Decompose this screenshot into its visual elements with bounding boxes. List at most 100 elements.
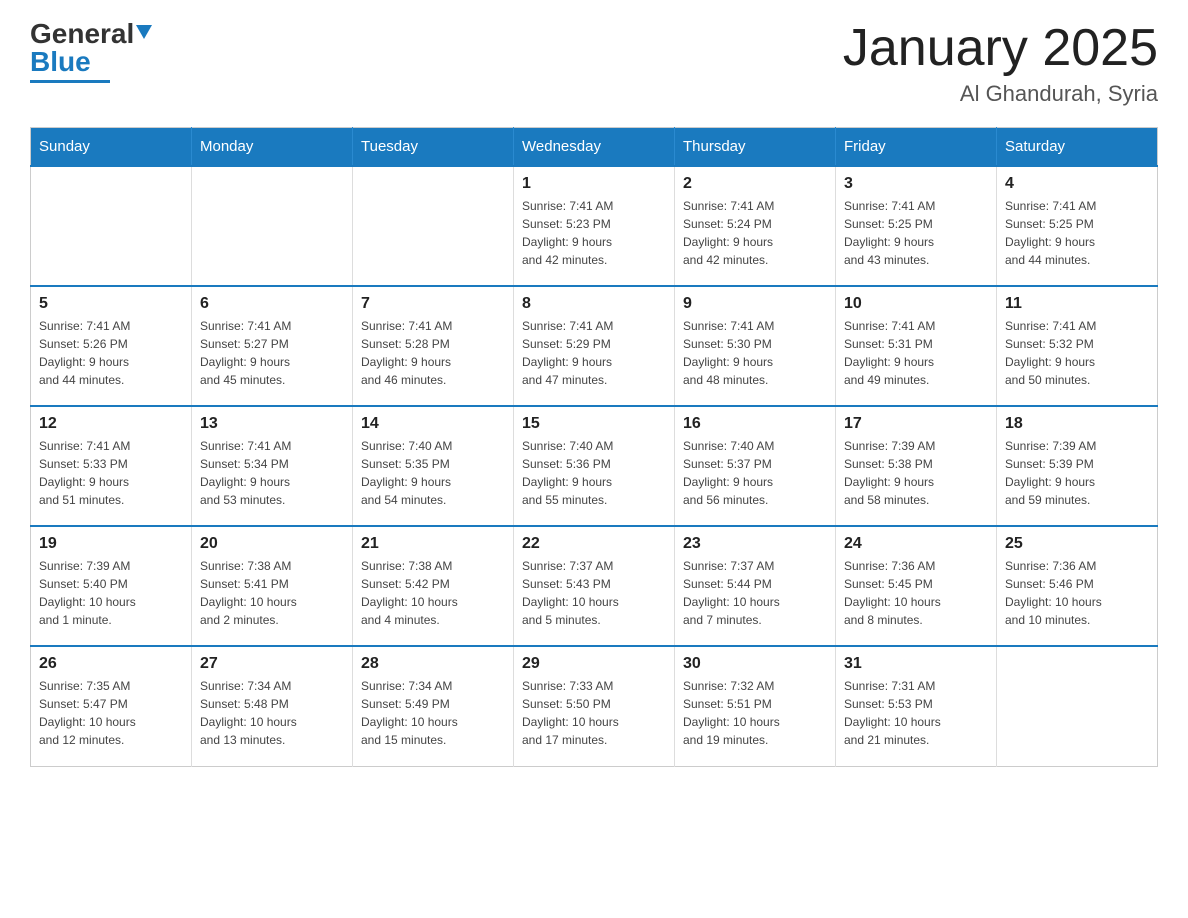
day-info: Sunrise: 7:41 AM Sunset: 5:27 PM Dayligh…: [200, 317, 344, 389]
day-number: 21: [361, 535, 505, 553]
day-info: Sunrise: 7:34 AM Sunset: 5:48 PM Dayligh…: [200, 677, 344, 749]
calendar-cell: 22Sunrise: 7:37 AM Sunset: 5:43 PM Dayli…: [514, 526, 675, 646]
logo-triangle-icon: [136, 25, 152, 39]
day-info: Sunrise: 7:41 AM Sunset: 5:25 PM Dayligh…: [844, 197, 988, 269]
week-row-2: 5 Sunrise: 7:41 AM Sunset: 5:26 PM Daylig…: [31, 286, 1158, 406]
calendar-cell: 15 Sunrise: 7:40 AM Sunset: 5:36 PM Dayli…: [514, 406, 675, 526]
calendar-cell: 28 Sunrise: 7:34 AM Sunset: 5:49 PM Dayli…: [353, 646, 514, 766]
day-info: Sunrise: 7:41 AM Sunset: 5:28 PM Dayligh…: [361, 317, 505, 389]
day-info: Sunrise: 7:32 AM Sunset: 5:51 PM Dayligh…: [683, 677, 827, 749]
header-friday: Friday: [836, 128, 997, 167]
header-wednesday: Wednesday: [514, 128, 675, 167]
calendar-cell: 13 Sunrise: 7:41 AM Sunset: 5:34 PM Dayli…: [192, 406, 353, 526]
day-number: 10: [844, 295, 988, 313]
calendar-cell: 21 Sunrise: 7:38 AM Sunset: 5:42 PM Dayli…: [353, 526, 514, 646]
day-info: Sunrise: 7:36 AM Sunset: 5:45 PM Dayligh…: [844, 557, 988, 629]
calendar-cell: 30 Sunrise: 7:32 AM Sunset: 5:51 PM Dayli…: [675, 646, 836, 766]
day-info: Sunrise: 7:38 AM Sunset: 5:42 PM Dayligh…: [361, 557, 505, 629]
calendar-cell: 25Sunrise: 7:36 AM Sunset: 5:46 PM Dayli…: [997, 526, 1158, 646]
calendar-cell: 5 Sunrise: 7:41 AM Sunset: 5:26 PM Daylig…: [31, 286, 192, 406]
calendar-cell: 4Sunrise: 7:41 AM Sunset: 5:25 PM Daylig…: [997, 166, 1158, 286]
day-number: 20: [200, 535, 344, 553]
days-of-week-row: SundayMondayTuesdayWednesdayThursdayFrid…: [31, 128, 1158, 167]
day-info: Sunrise: 7:41 AM Sunset: 5:32 PM Dayligh…: [1005, 317, 1149, 389]
day-info: Sunrise: 7:34 AM Sunset: 5:49 PM Dayligh…: [361, 677, 505, 749]
day-info: Sunrise: 7:36 AM Sunset: 5:46 PM Dayligh…: [1005, 557, 1149, 629]
day-info: Sunrise: 7:41 AM Sunset: 5:34 PM Dayligh…: [200, 437, 344, 509]
calendar-cell: 31 Sunrise: 7:31 AM Sunset: 5:53 PM Dayli…: [836, 646, 997, 766]
calendar-cell: [192, 166, 353, 286]
day-info: Sunrise: 7:40 AM Sunset: 5:36 PM Dayligh…: [522, 437, 666, 509]
day-number: 27: [200, 655, 344, 673]
day-info: Sunrise: 7:41 AM Sunset: 5:24 PM Dayligh…: [683, 197, 827, 269]
calendar-cell: 19 Sunrise: 7:39 AM Sunset: 5:40 PM Dayli…: [31, 526, 192, 646]
day-number: 9: [683, 295, 827, 313]
calendar-cell: 23Sunrise: 7:37 AM Sunset: 5:44 PM Dayli…: [675, 526, 836, 646]
header-tuesday: Tuesday: [353, 128, 514, 167]
day-number: 8: [522, 295, 666, 313]
header-thursday: Thursday: [675, 128, 836, 167]
calendar-cell: [997, 646, 1158, 766]
calendar-body: 1 Sunrise: 7:41 AM Sunset: 5:23 PM Daylig…: [31, 166, 1158, 766]
calendar-cell: [31, 166, 192, 286]
header-monday: Monday: [192, 128, 353, 167]
day-number: 26: [39, 655, 183, 673]
calendar-title: January 2025: [843, 20, 1158, 77]
day-number: 17: [844, 415, 988, 433]
week-row-5: 26 Sunrise: 7:35 AM Sunset: 5:47 PM Dayli…: [31, 646, 1158, 766]
logo-general: General: [30, 18, 134, 49]
day-number: 30: [683, 655, 827, 673]
day-info: Sunrise: 7:31 AM Sunset: 5:53 PM Dayligh…: [844, 677, 988, 749]
calendar-cell: 8 Sunrise: 7:41 AM Sunset: 5:29 PM Daylig…: [514, 286, 675, 406]
logo-underline: [30, 80, 110, 83]
day-number: 6: [200, 295, 344, 313]
week-row-3: 12Sunrise: 7:41 AM Sunset: 5:33 PM Dayli…: [31, 406, 1158, 526]
calendar-cell: 26 Sunrise: 7:35 AM Sunset: 5:47 PM Dayli…: [31, 646, 192, 766]
calendar-cell: 17 Sunrise: 7:39 AM Sunset: 5:38 PM Dayli…: [836, 406, 997, 526]
calendar-table: SundayMondayTuesdayWednesdayThursdayFrid…: [30, 127, 1158, 767]
day-info: Sunrise: 7:41 AM Sunset: 5:31 PM Dayligh…: [844, 317, 988, 389]
day-number: 2: [683, 175, 827, 193]
day-info: Sunrise: 7:38 AM Sunset: 5:41 PM Dayligh…: [200, 557, 344, 629]
day-number: 29: [522, 655, 666, 673]
page-header: General Blue January 2025 Al Ghandurah, …: [30, 20, 1158, 107]
calendar-cell: 24 Sunrise: 7:36 AM Sunset: 5:45 PM Dayli…: [836, 526, 997, 646]
day-number: 5: [39, 295, 183, 313]
day-info: Sunrise: 7:41 AM Sunset: 5:29 PM Dayligh…: [522, 317, 666, 389]
day-info: Sunrise: 7:33 AM Sunset: 5:50 PM Dayligh…: [522, 677, 666, 749]
logo: General Blue: [30, 20, 152, 83]
calendar-subtitle: Al Ghandurah, Syria: [843, 81, 1158, 107]
logo-blue: Blue: [30, 46, 91, 77]
calendar-cell: 29 Sunrise: 7:33 AM Sunset: 5:50 PM Dayli…: [514, 646, 675, 766]
calendar-cell: 9Sunrise: 7:41 AM Sunset: 5:30 PM Daylig…: [675, 286, 836, 406]
week-row-1: 1 Sunrise: 7:41 AM Sunset: 5:23 PM Daylig…: [31, 166, 1158, 286]
day-info: Sunrise: 7:41 AM Sunset: 5:25 PM Dayligh…: [1005, 197, 1149, 269]
day-info: Sunrise: 7:39 AM Sunset: 5:39 PM Dayligh…: [1005, 437, 1149, 509]
calendar-cell: 3 Sunrise: 7:41 AM Sunset: 5:25 PM Daylig…: [836, 166, 997, 286]
day-number: 13: [200, 415, 344, 433]
day-info: Sunrise: 7:41 AM Sunset: 5:33 PM Dayligh…: [39, 437, 183, 509]
day-number: 1: [522, 175, 666, 193]
day-number: 24: [844, 535, 988, 553]
day-number: 14: [361, 415, 505, 433]
day-number: 28: [361, 655, 505, 673]
calendar-cell: 1 Sunrise: 7:41 AM Sunset: 5:23 PM Daylig…: [514, 166, 675, 286]
day-number: 31: [844, 655, 988, 673]
day-number: 15: [522, 415, 666, 433]
day-number: 7: [361, 295, 505, 313]
day-info: Sunrise: 7:39 AM Sunset: 5:38 PM Dayligh…: [844, 437, 988, 509]
day-info: Sunrise: 7:41 AM Sunset: 5:26 PM Dayligh…: [39, 317, 183, 389]
day-info: Sunrise: 7:39 AM Sunset: 5:40 PM Dayligh…: [39, 557, 183, 629]
day-info: Sunrise: 7:40 AM Sunset: 5:37 PM Dayligh…: [683, 437, 827, 509]
day-number: 19: [39, 535, 183, 553]
day-info: Sunrise: 7:37 AM Sunset: 5:43 PM Dayligh…: [522, 557, 666, 629]
calendar-cell: 6 Sunrise: 7:41 AM Sunset: 5:27 PM Daylig…: [192, 286, 353, 406]
calendar-cell: 20 Sunrise: 7:38 AM Sunset: 5:41 PM Dayli…: [192, 526, 353, 646]
day-number: 23: [683, 535, 827, 553]
day-info: Sunrise: 7:35 AM Sunset: 5:47 PM Dayligh…: [39, 677, 183, 749]
calendar-cell: 27 Sunrise: 7:34 AM Sunset: 5:48 PM Dayli…: [192, 646, 353, 766]
calendar-cell: 16Sunrise: 7:40 AM Sunset: 5:37 PM Dayli…: [675, 406, 836, 526]
day-info: Sunrise: 7:41 AM Sunset: 5:23 PM Dayligh…: [522, 197, 666, 269]
calendar-cell: 14Sunrise: 7:40 AM Sunset: 5:35 PM Dayli…: [353, 406, 514, 526]
day-number: 3: [844, 175, 988, 193]
